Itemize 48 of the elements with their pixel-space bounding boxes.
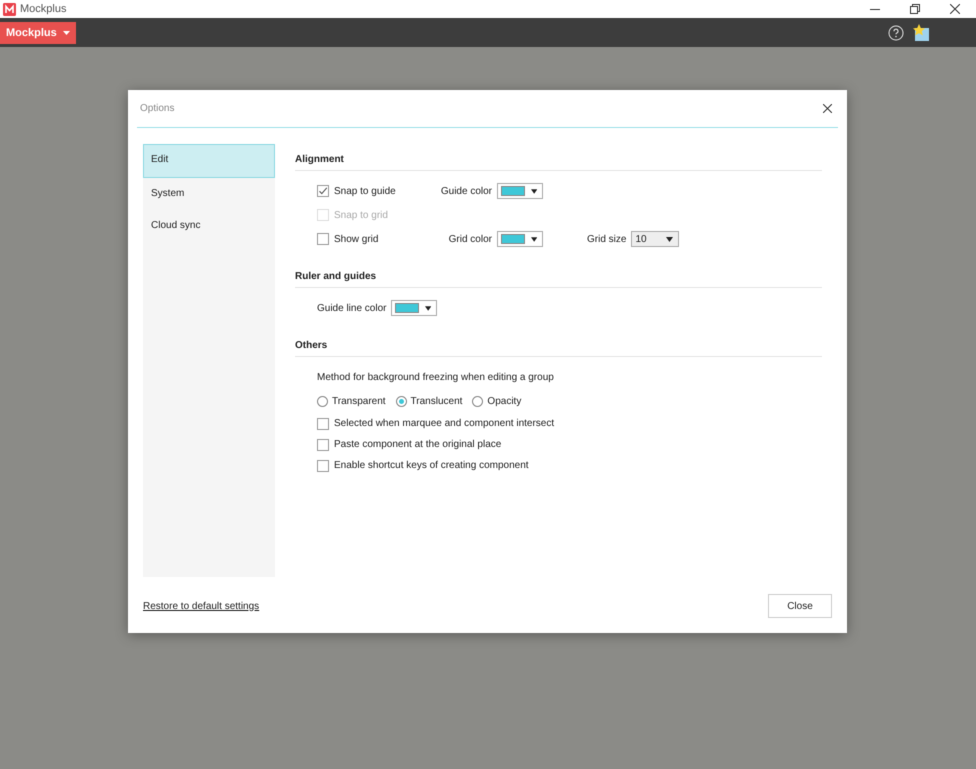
star-icon[interactable]: [912, 24, 930, 42]
dialog-title: Options: [140, 103, 174, 114]
checkbox-label: Selected when marquee and component intersect: [334, 418, 554, 429]
radio-button[interactable]: [472, 396, 484, 406]
checkbox[interactable]: [317, 460, 329, 472]
caret-icon: [530, 188, 537, 194]
radio-button[interactable]: [317, 396, 328, 406]
checkbox-label: Enable shortcut keys of creating component: [334, 460, 529, 471]
caret-icon: [530, 236, 537, 242]
caret-icon: [62, 30, 70, 34]
sidebar-item[interactable]: System: [143, 178, 275, 210]
color-dropdown[interactable]: [497, 183, 543, 199]
radio-label: Opacity: [487, 396, 522, 406]
restore-icon[interactable]: [910, 4, 920, 14]
close-icon[interactable]: [823, 104, 832, 113]
checkbox[interactable]: [317, 185, 329, 197]
section-heading: Ruler and guides: [295, 261, 822, 288]
grid-size-dropdown[interactable]: 10: [631, 231, 680, 247]
app-menu-button[interactable]: Mockplus: [0, 22, 76, 44]
radio-button[interactable]: [396, 396, 407, 406]
close-button[interactable]: Close: [768, 594, 832, 618]
caret-icon: [425, 306, 432, 310]
radio-label: Transparent: [332, 396, 386, 406]
restore-defaults-link[interactable]: Restore to default settings: [143, 600, 260, 612]
color-dropdown[interactable]: [497, 231, 543, 247]
field-label: Guide line color: [317, 302, 386, 314]
description-text: Method for background freezing when editing a group: [317, 372, 554, 382]
checkbox-label: Show grid: [334, 234, 378, 244]
radio-label: Translucent: [410, 396, 462, 406]
sidebar-item[interactable]: Edit: [143, 144, 275, 178]
section-heading: Alignment: [295, 144, 822, 171]
color-dropdown[interactable]: [391, 300, 438, 316]
close-icon[interactable]: [950, 4, 960, 14]
checkbox-label: Snap to grid: [334, 210, 388, 220]
field-label: Guide color: [440, 186, 492, 196]
checkbox[interactable]: [317, 438, 329, 450]
checkbox[interactable]: [317, 418, 329, 430]
section-heading: Others: [295, 330, 822, 357]
checkbox[interactable]: [317, 233, 329, 245]
caret-icon: [666, 236, 674, 242]
checkbox-label: Snap to guide: [334, 186, 396, 196]
checkbox-label: Paste component at the original place: [334, 439, 502, 450]
field-label: Grid size: [587, 234, 626, 244]
sidebar-item[interactable]: Cloud sync: [143, 210, 275, 242]
help-icon[interactable]: [888, 24, 904, 40]
window-title: Mockplus: [20, 3, 66, 15]
app-logo-icon: [3, 2, 16, 16]
field-label: Grid color: [448, 234, 492, 244]
